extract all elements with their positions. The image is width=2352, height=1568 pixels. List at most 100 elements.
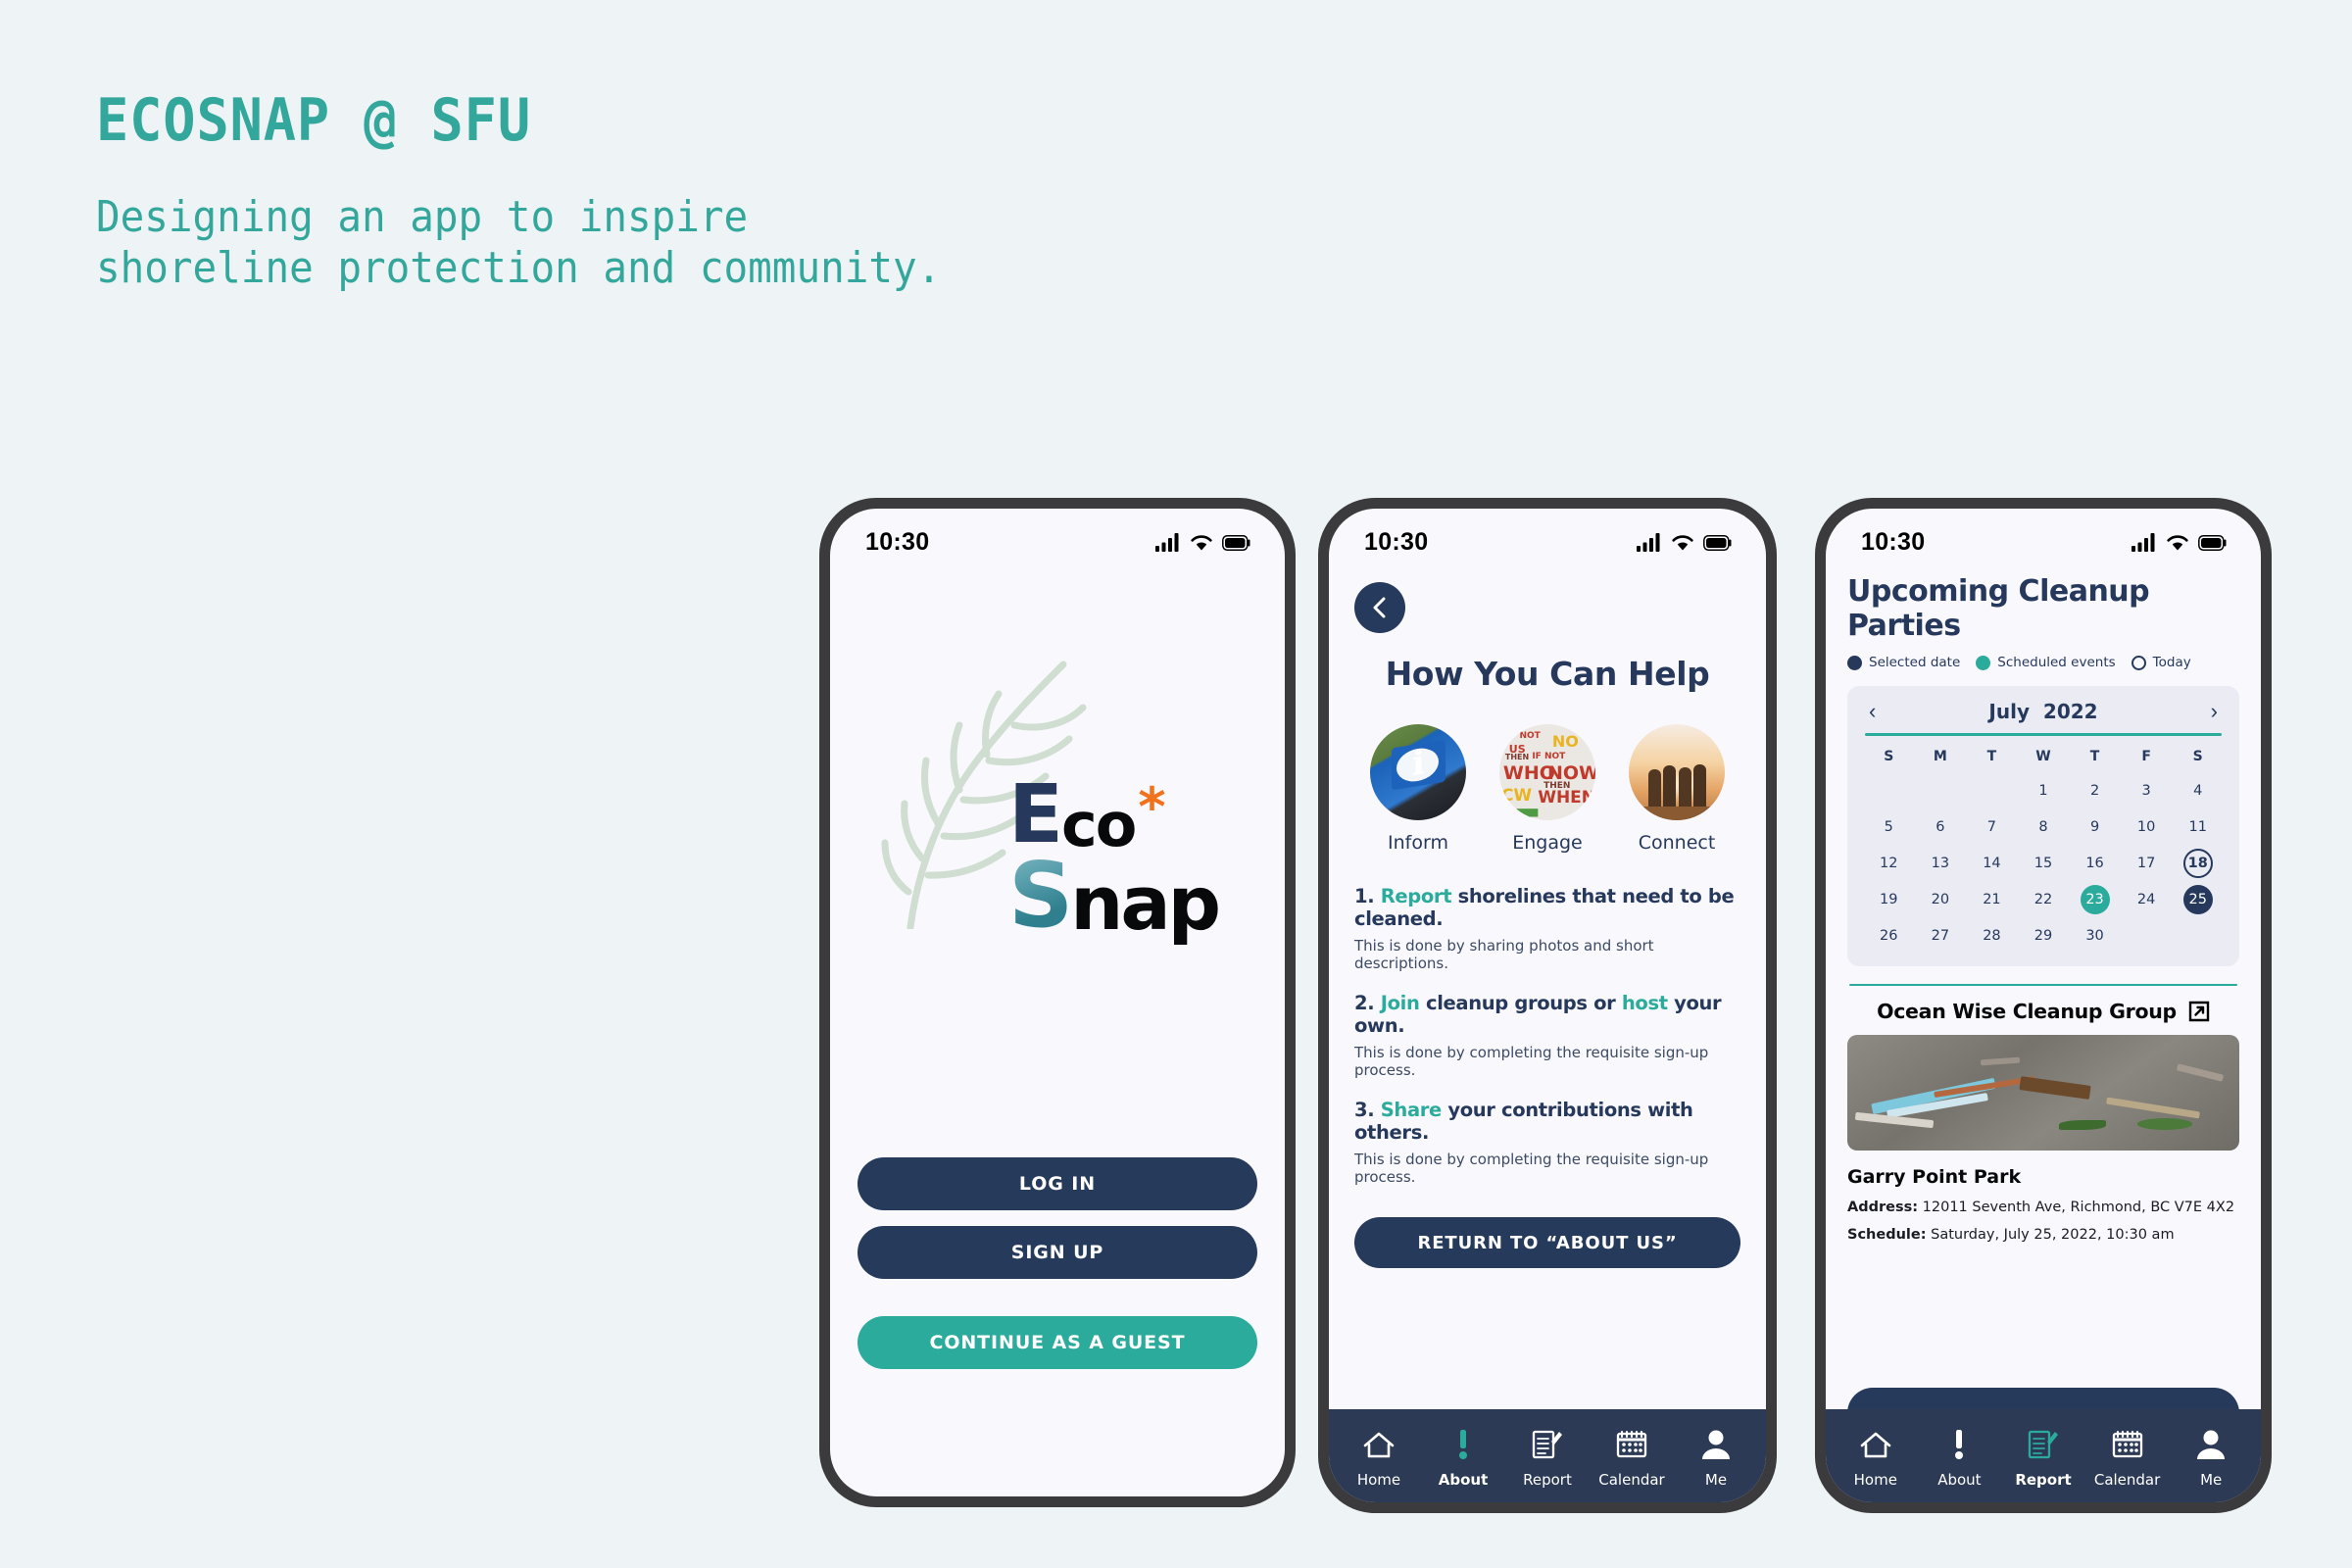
category-inform[interactable]: Inform [1362, 724, 1474, 854]
legend-today: Today [2131, 655, 2191, 670]
category-connect[interactable]: Connect [1621, 724, 1733, 854]
back-button[interactable] [1354, 582, 1405, 633]
calendar-day-number: 23 [2080, 884, 2110, 914]
calendar-day-cell[interactable]: 19 [1863, 883, 1915, 916]
nav-item-about[interactable]: About [1425, 1425, 1501, 1489]
calendar-day-cell[interactable]: 9 [2069, 810, 2121, 844]
calendar-day-cell[interactable]: 21 [1966, 883, 2018, 916]
phone3-content: Upcoming Cleanup Parties Selected date S… [1826, 557, 2261, 1409]
phone2-content: How You Can Help Inform IF NOT US THEN N… [1329, 557, 1766, 1409]
schedule-label: Schedule: [1847, 1227, 1927, 1243]
calendar-day-cell[interactable]: 27 [1915, 919, 1967, 953]
legend-selected-date: Selected date [1847, 655, 1960, 670]
calendar-day-cell[interactable]: 20 [1915, 883, 1967, 916]
document-pencil-icon [2027, 1425, 2060, 1464]
category-label: Connect [1638, 832, 1716, 854]
calendar-icon [1615, 1425, 1648, 1464]
step-description: This is done by sharing photos and short… [1354, 937, 1654, 972]
calendar-day-cell[interactable]: 5 [1863, 810, 1915, 844]
status-time: 10:30 [1364, 528, 1429, 556]
nav-item-calendar[interactable]: Calendar [2089, 1425, 2166, 1489]
calendar-day-cell[interactable]: 30 [2069, 919, 2121, 953]
calendar-month: July [1988, 700, 2030, 723]
calendar-day-cell[interactable]: 25 [2172, 883, 2224, 916]
calendar-day-number: 19 [1880, 891, 1898, 907]
nav-item-home[interactable]: Home [1341, 1425, 1417, 1489]
nav-item-home[interactable]: Home [1838, 1425, 1914, 1489]
calendar-day-cell[interactable]: 18 [2172, 847, 2224, 880]
calendar-day-cell[interactable]: 6 [1915, 810, 1967, 844]
step-keyword: Share [1380, 1099, 1443, 1121]
logo-text-nap: nap [1070, 858, 1221, 947]
friends-at-sunset-photo [1629, 724, 1725, 820]
calendar-day-cell[interactable]: 7 [1966, 810, 2018, 844]
calendar-day-cell[interactable]: 12 [1863, 847, 1915, 880]
calendar-day-cell[interactable]: 8 [2018, 810, 2070, 844]
nav-item-report[interactable]: Report [1509, 1425, 1586, 1489]
calendar-day-cell[interactable]: 24 [2121, 883, 2173, 916]
logo-text-co: co [1061, 789, 1137, 860]
nav-label: Calendar [2093, 1471, 2161, 1489]
logo-letter-s: S [1008, 842, 1073, 948]
calendar-legend: Selected date Scheduled events Today [1847, 655, 2239, 670]
calendar-day-cell[interactable]: 26 [1863, 919, 1915, 953]
calendar-day-number: 8 [2038, 818, 2048, 835]
calendar-day-number: 3 [2141, 782, 2151, 799]
nav-item-calendar[interactable]: Calendar [1593, 1425, 1670, 1489]
calendar-day-number: 27 [1931, 927, 1950, 944]
calendar-day-cell[interactable]: 4 [2172, 774, 2224, 808]
calendar-day-number: 9 [2089, 818, 2100, 835]
calendar-day-cell[interactable]: 22 [2018, 883, 2070, 916]
chevron-left-icon[interactable]: ‹ [1869, 701, 1876, 722]
event-address: Address: 12011 Seventh Ave, Richmond, BC… [1847, 1200, 2239, 1215]
nav-item-about[interactable]: About [1921, 1425, 1997, 1489]
hero-text-block: ECOSNAP @ SFU Designing an app to inspir… [96, 86, 1004, 294]
calendar-day-number: 10 [2136, 818, 2156, 835]
beach-litter-photo [1847, 1035, 2239, 1151]
calendar-day-cell[interactable]: 23 [2069, 883, 2121, 916]
calendar-day-number: 12 [1880, 855, 1898, 871]
calendar-day-number: 1 [2038, 782, 2048, 799]
calendar-day-number: 29 [2034, 927, 2053, 944]
calendar-day-cell[interactable]: 29 [2018, 919, 2070, 953]
login-button[interactable]: LOG IN [858, 1157, 1257, 1210]
calendar-day-cell[interactable]: 15 [2018, 847, 2070, 880]
nav-item-report[interactable]: Report [2005, 1425, 2082, 1489]
calendar-day-cell[interactable]: 14 [1966, 847, 2018, 880]
nav-label: About [1438, 1471, 1489, 1489]
event-action-button-partial[interactable] [1847, 1388, 2239, 1409]
category-engage[interactable]: IF NOT US THEN NO IF NOT WHO NOW THEN CW… [1492, 724, 1603, 854]
nav-item-me[interactable]: Me [2173, 1425, 2249, 1489]
person-icon [2195, 1425, 2227, 1464]
calendar-day-cell[interactable]: 1 [2018, 774, 2070, 808]
return-to-about-us-button[interactable]: RETURN TO “ABOUT US” [1354, 1217, 1740, 1268]
battery-icon [1703, 534, 1732, 551]
calendar-day-number: 4 [2193, 782, 2203, 799]
calendar-day-initial: W [2035, 748, 2051, 764]
battery-icon [2198, 534, 2227, 551]
app-logo: E co * S nap [1008, 768, 1221, 948]
calendar-day-cell[interactable]: 10 [2121, 810, 2173, 844]
calendar-day-cell[interactable]: 3 [2121, 774, 2173, 808]
continue-as-guest-button[interactable]: CONTINUE AS A GUEST [858, 1316, 1257, 1369]
status-icons [2132, 533, 2228, 552]
signup-button[interactable]: SIGN UP [858, 1226, 1257, 1279]
calendar-widget: ‹ July 2022 › S M T W T F S 1 2 3 4 5 6 7 8 9 10 11 12 13 14… [1847, 686, 2239, 966]
calendar-day-cell[interactable]: 17 [2121, 847, 2173, 880]
step-keyword: Join [1380, 992, 1420, 1014]
status-bar: 10:30 [1329, 509, 1766, 557]
calendar-day-cell[interactable]: 16 [2069, 847, 2121, 880]
external-link-icon[interactable] [2188, 1001, 2210, 1022]
nav-item-me[interactable]: Me [1678, 1425, 1754, 1489]
calendar-day-cell[interactable]: 2 [2069, 774, 2121, 808]
nav-label: Report [2015, 1471, 2072, 1489]
page-subtitle: Designing an app to inspire shoreline pr… [96, 192, 942, 293]
calendar-day-cell[interactable]: 11 [2172, 810, 2224, 844]
calendar-day-cell[interactable]: 28 [1966, 919, 2018, 953]
step-heading: 3. Share your contributions with others. [1354, 1099, 1740, 1144]
chevron-right-icon[interactable]: › [2211, 701, 2218, 722]
calendar-day-cell[interactable]: 13 [1915, 847, 1967, 880]
phone-mockup-about: 10:30 How You Can Help i i Inform IF NOT… [1318, 498, 1777, 1513]
calendar-day-number: 13 [1931, 855, 1950, 871]
logo-letter-e: E [1008, 768, 1063, 861]
